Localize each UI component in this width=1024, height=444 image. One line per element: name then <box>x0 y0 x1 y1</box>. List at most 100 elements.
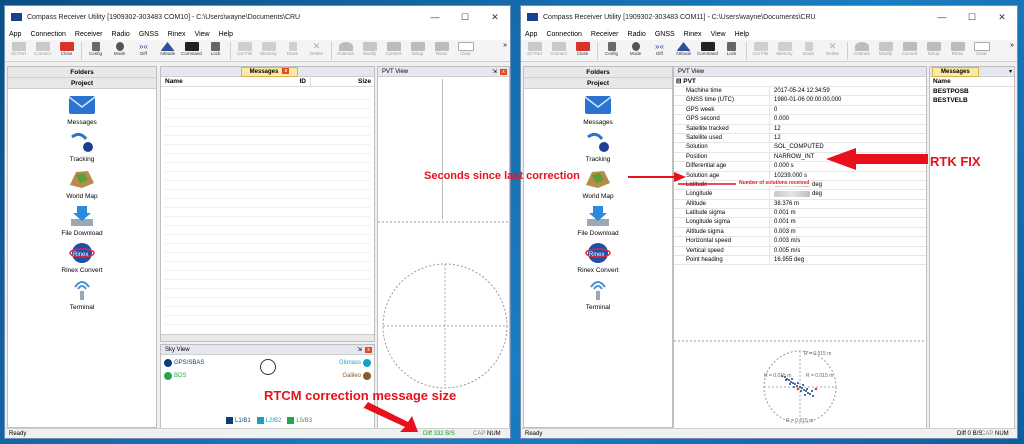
maximize-icon[interactable]: ☐ <box>957 6 987 28</box>
message-item-bestposb[interactable]: BESTPOSB <box>930 87 1014 96</box>
menu-help[interactable]: Help <box>219 31 233 38</box>
menu-rinex[interactable]: Rinex <box>168 31 186 38</box>
diff-button[interactable]: »« Diff <box>132 41 155 61</box>
pvt-splitter-horizontal[interactable] <box>378 221 509 223</box>
menu-view[interactable]: View <box>195 31 210 38</box>
folders-header[interactable]: Folders <box>524 67 672 78</box>
folders-header[interactable]: Folders <box>8 67 156 78</box>
pvt-row[interactable]: Machine time 2017-05-24 12:34:59 <box>674 87 926 97</box>
pvt-row[interactable]: GPS second 0.000 <box>674 115 926 125</box>
pvt-row[interactable]: Horizontal speed 0.003 m/s <box>674 237 926 247</box>
delete-button[interactable]: ✕ Delete <box>821 41 844 61</box>
diff-button[interactable]: »« Diff <box>648 41 671 61</box>
pvt-row[interactable]: Longitude sigma 0.001 m <box>674 218 926 228</box>
col-id[interactable]: ID <box>271 77 311 86</box>
minimize-icon[interactable]: — <box>420 6 450 28</box>
pvt-splitter-horizontal[interactable] <box>674 340 926 342</box>
dropdown-icon[interactable]: ▾ <box>1009 67 1012 77</box>
menu-gnss[interactable]: GNSS <box>655 31 675 38</box>
connect-button[interactable]: Connect <box>31 41 54 61</box>
mode-button[interactable]: Mode <box>624 41 647 61</box>
attitude-button[interactable]: Attitude <box>156 41 179 61</box>
menu-receiver[interactable]: Receiver <box>75 31 103 38</box>
col-name[interactable]: Name <box>161 77 271 86</box>
setup-button[interactable]: Setup <box>922 41 945 61</box>
project-header[interactable]: Project <box>524 78 672 89</box>
nav-tracking[interactable]: Tracking <box>8 131 156 163</box>
antenna-button[interactable]: Antenna <box>850 41 873 61</box>
rinex-button[interactable]: Rinex <box>430 41 453 61</box>
close-tab-icon[interactable]: x <box>282 68 290 75</box>
down-button[interactable]: Down <box>281 41 304 61</box>
close-icon[interactable]: ✕ <box>987 6 1017 28</box>
modify-button[interactable]: Modify <box>874 41 897 61</box>
collapse-icon[interactable]: ⊟ <box>676 78 681 85</box>
mode-button[interactable]: Mode <box>108 41 131 61</box>
attitude-button[interactable]: Attitude <box>672 41 695 61</box>
list-file-button[interactable]: List File <box>233 41 256 61</box>
connect-button[interactable]: Connect <box>547 41 570 61</box>
down-button[interactable]: Down <box>797 41 820 61</box>
lock-button[interactable]: Lock <box>204 41 227 61</box>
right-title-bar[interactable]: Compass Receiver Utility [1909302-303483… <box>521 6 1017 28</box>
toolbar-overflow-icon[interactable]: » <box>503 42 507 49</box>
config-button[interactable]: Config <box>84 41 107 61</box>
convert-button[interactable]: Convert <box>898 41 921 61</box>
memory-button[interactable]: Memory <box>773 41 796 61</box>
col-size[interactable]: Size <box>311 77 371 86</box>
maximize-icon[interactable]: ☐ <box>450 6 480 28</box>
menu-help[interactable]: Help <box>735 31 749 38</box>
messages-tab[interactable]: Messages x <box>240 67 299 77</box>
nav-terminal[interactable]: Terminal <box>524 279 672 311</box>
close-pvt-icon[interactable]: x <box>500 69 507 75</box>
nav-rinex-convert[interactable]: Rinex Rinex Convert <box>8 242 156 274</box>
minimize-icon[interactable]: — <box>927 6 957 28</box>
nav-messages[interactable]: Messages <box>8 94 156 126</box>
messages-tab[interactable]: Messages <box>932 67 979 77</box>
menu-connection[interactable]: Connection <box>30 31 65 38</box>
pvt-row[interactable]: GNSS time (UTC) 1980-01-06 00:00:00.000 <box>674 96 926 106</box>
nav-messages[interactable]: Messages <box>524 94 672 126</box>
nav-terminal[interactable]: Terminal <box>8 279 156 311</box>
modify-button[interactable]: Modify <box>358 41 381 61</box>
message-item-bestvelb[interactable]: BESTVELB <box>930 96 1014 105</box>
pvt-row[interactable]: Point heading 16.955 deg <box>674 256 926 266</box>
clear-button[interactable]: Clear <box>970 41 993 61</box>
nav-file-download[interactable]: File Download <box>524 205 672 237</box>
pvt-row[interactable]: Longitude deg <box>674 190 926 200</box>
command-button[interactable]: Command <box>180 41 203 61</box>
pvt-row[interactable]: Vertical speed 0.005 m/s <box>674 246 926 257</box>
pvt-row[interactable]: GPS week 0 <box>674 105 926 116</box>
serial-port-button[interactable]: Srl Port <box>7 41 30 61</box>
menu-radio[interactable]: Radio <box>628 31 646 38</box>
col-name[interactable]: Name <box>930 77 1014 87</box>
config-button[interactable]: Config <box>600 41 623 61</box>
setup-button[interactable]: Setup <box>406 41 429 61</box>
pvt-row[interactable]: Altitude 38.376 m <box>674 199 926 210</box>
messages-list[interactable] <box>164 91 371 331</box>
antenna-button[interactable]: Antenna <box>334 41 357 61</box>
list-file-button[interactable]: List File <box>749 41 772 61</box>
menu-radio[interactable]: Radio <box>112 31 130 38</box>
command-button[interactable]: Command <box>696 41 719 61</box>
menu-view[interactable]: View <box>711 31 726 38</box>
menu-app[interactable]: App <box>9 31 21 38</box>
convert-button[interactable]: Convert <box>382 41 405 61</box>
pin-icon[interactable]: ⇲ <box>357 345 362 355</box>
menu-receiver[interactable]: Receiver <box>591 31 619 38</box>
rinex-button[interactable]: Rinex <box>946 41 969 61</box>
pvt-row[interactable]: Satellite used 12 <box>674 133 926 144</box>
clear-button[interactable]: Clear <box>454 41 477 61</box>
menu-connection[interactable]: Connection <box>546 31 581 38</box>
close-skyview-icon[interactable]: x <box>365 347 372 353</box>
menu-gnss[interactable]: GNSS <box>139 31 159 38</box>
memory-button[interactable]: Memory <box>257 41 280 61</box>
left-title-bar[interactable]: Compass Receiver Utility [1909302-303483… <box>5 6 510 28</box>
project-header[interactable]: Project <box>8 78 156 89</box>
menu-app[interactable]: App <box>525 31 537 38</box>
pvt-row[interactable]: Latitude sigma 0.001 m <box>674 209 926 219</box>
close-button[interactable]: Close <box>571 41 594 61</box>
nav-rinex-convert[interactable]: Rinex Rinex Convert <box>524 242 672 274</box>
serial-port-button[interactable]: Srl Port <box>523 41 546 61</box>
horizontal-scrollbar[interactable] <box>161 334 374 341</box>
